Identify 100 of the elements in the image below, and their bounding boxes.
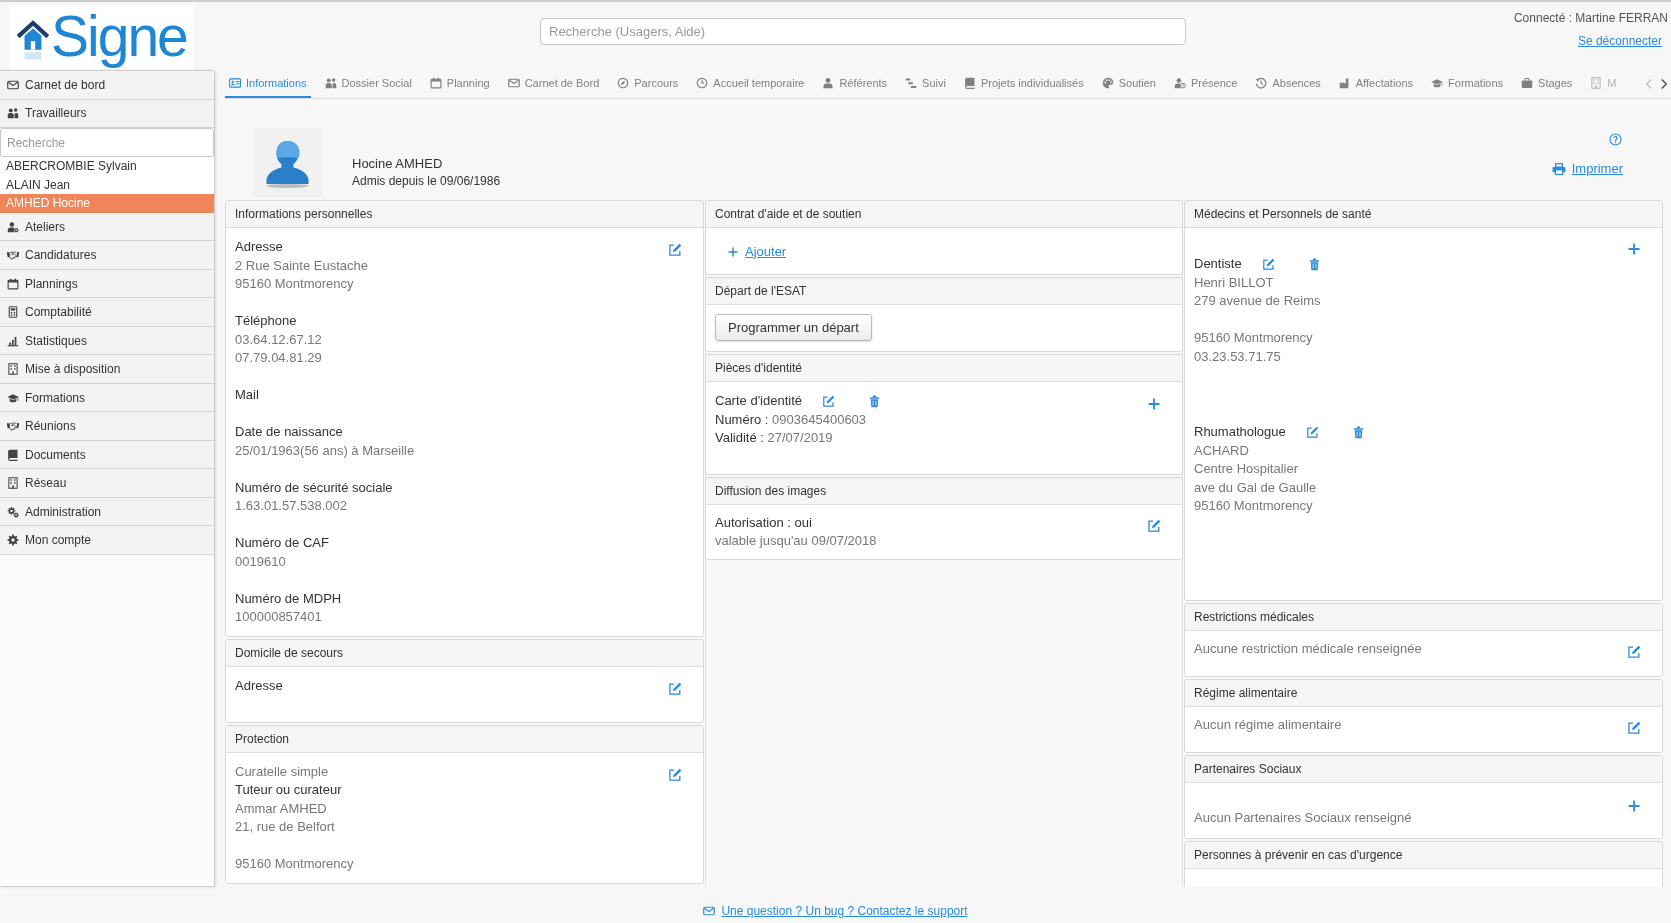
sidebar-item[interactable]: Administration (0, 497, 214, 527)
compass-icon (617, 77, 630, 89)
field-value: 95160 Montmorency (235, 855, 354, 873)
panel-header: Contrat d'aide et de soutien (706, 201, 1182, 228)
sidebar-item[interactable]: Comptabilité (0, 298, 214, 327)
field-value: 2 Rue Sainte Eustache (235, 256, 368, 275)
edit-icon[interactable] (1147, 518, 1161, 533)
user-clock-icon (1174, 77, 1186, 89)
edit-icon[interactable] (1627, 645, 1641, 659)
steps-icon (905, 77, 918, 89)
tab[interactable]: Absences (1251, 70, 1325, 98)
search-field[interactable]: Recherche (Usagers, Aide) (540, 18, 1186, 45)
calculator-icon (7, 306, 19, 319)
search-field[interactable]: Recherche (0, 128, 214, 157)
sidebar-item[interactable]: Réseau (0, 469, 214, 498)
field-label: Numéro de MDPH (235, 589, 342, 608)
contact-role: Dentiste (1194, 255, 1242, 273)
plus-icon[interactable] (1628, 243, 1640, 255)
sidebar-item[interactable]: Statistiques (0, 326, 214, 356)
authorization-status: Autorisation : oui (715, 513, 812, 532)
sidebar-item[interactable]: Carnet de bord (0, 71, 214, 100)
sidebar-item[interactable]: Documents (0, 440, 214, 470)
field-value: 95160 Montmorency (1194, 329, 1313, 347)
envelope-icon (7, 78, 19, 91)
bar-chart-icon (7, 334, 19, 347)
document-field: Numéro : 0903645400603 (715, 410, 867, 429)
tab[interactable]: Projets individualisés (959, 70, 1088, 98)
panel-header: Domicile de secours (226, 639, 703, 667)
plus-icon[interactable] (1148, 398, 1160, 410)
users-icon (7, 107, 19, 120)
tab[interactable]: M (1586, 70, 1621, 98)
panel-header: Pièces d'identité (706, 355, 1182, 382)
sidebar-item[interactable]: Réunions (0, 412, 214, 441)
logout-link[interactable]: Se déconnecter (1577, 33, 1662, 50)
gears-icon (7, 505, 19, 518)
edit-icon[interactable] (1261, 257, 1275, 271)
tab[interactable]: Soutien (1097, 70, 1160, 98)
field-label: Mail (235, 386, 259, 404)
panel-header: Protection (226, 725, 703, 753)
tab[interactable]: Parcours (613, 70, 683, 98)
edit-icon[interactable] (1305, 425, 1319, 439)
field-value: 279 avenue de Reims (1194, 292, 1321, 310)
field-value: 21, rue de Belfort (235, 818, 335, 836)
edit-icon[interactable] (668, 243, 682, 257)
print-link[interactable]: Imprimer (1551, 160, 1623, 177)
sidebar-item[interactable]: Candidatures (0, 241, 214, 270)
graduation-cap-icon (1431, 77, 1444, 89)
plus-icon[interactable] (1628, 800, 1640, 812)
envelope-icon (703, 905, 716, 917)
sidebar-item[interactable]: Mon compte (0, 526, 214, 555)
tab[interactable]: Carnet de Bord (503, 70, 604, 98)
field-label: Date de naissance (235, 423, 343, 441)
sidebar-item[interactable]: Ateliers (0, 212, 214, 242)
tab[interactable]: Dossier Social (320, 70, 416, 98)
users-icon (324, 77, 337, 89)
person-list-item[interactable]: AMHED Hocine (0, 194, 214, 213)
tab[interactable]: Planning (425, 70, 494, 98)
graduation-cap-icon (7, 391, 19, 404)
building-icon (7, 477, 19, 490)
avatar-icon (253, 128, 322, 197)
edit-icon[interactable] (1627, 721, 1641, 735)
field-label: Numéro de sécurité sociale (235, 478, 393, 497)
tab[interactable]: Présence (1170, 70, 1242, 98)
tab[interactable]: Formations (1427, 70, 1508, 98)
trash-icon[interactable] (1308, 257, 1320, 271)
edit-icon[interactable] (668, 681, 682, 696)
tab[interactable]: Affectations (1334, 70, 1418, 98)
field-value: Curatelle simple (235, 762, 329, 781)
field-value: 1.63.01.57.538.002 (235, 497, 348, 515)
sidebar-item[interactable]: Plannings (0, 269, 214, 299)
tab[interactable]: Accueil temporaire (692, 70, 809, 98)
plus-icon (728, 247, 738, 257)
field-label: Téléphone (235, 312, 297, 330)
id-card-icon (229, 77, 241, 89)
tab[interactable]: Référents (818, 70, 892, 98)
tab[interactable]: Informations (225, 70, 311, 98)
field-label: Tuteur ou curateur (235, 781, 342, 799)
schedule-departure-button[interactable]: Programmer un départ (715, 314, 872, 341)
support-link[interactable]: Une question ? Un bug ? Contactez le support (703, 903, 968, 919)
tab[interactable]: Suivi (901, 70, 950, 98)
trash-icon[interactable] (1352, 425, 1364, 439)
panel-header: Départ de l'ESAT (706, 278, 1182, 305)
chevron-right-icon[interactable] (1660, 78, 1668, 90)
edit-icon[interactable] (668, 767, 682, 782)
help-icon[interactable] (1609, 133, 1622, 146)
briefcase-icon (1521, 77, 1534, 89)
edit-icon[interactable] (822, 394, 836, 408)
panel-header: Régime alimentaire (1185, 680, 1662, 707)
trash-icon[interactable] (869, 394, 881, 408)
panel-header: Partenaires Sociaux (1185, 756, 1662, 783)
sidebar-item[interactable]: Travailleurs (0, 99, 214, 128)
field-value: Ammar AMHED (235, 799, 327, 818)
add-link[interactable]: Ajouter (728, 242, 787, 262)
building-icon (7, 363, 19, 376)
person-list-item[interactable]: ABERCROMBIE Sylvain (0, 157, 214, 176)
field-value: 03.64.12.67.12 (235, 330, 322, 349)
field-value: ACHARD (1194, 441, 1249, 460)
sidebar-item[interactable]: Mise à disposition (0, 355, 214, 384)
tab[interactable]: Stages (1517, 70, 1577, 98)
sidebar-item[interactable]: Formations (0, 383, 214, 413)
